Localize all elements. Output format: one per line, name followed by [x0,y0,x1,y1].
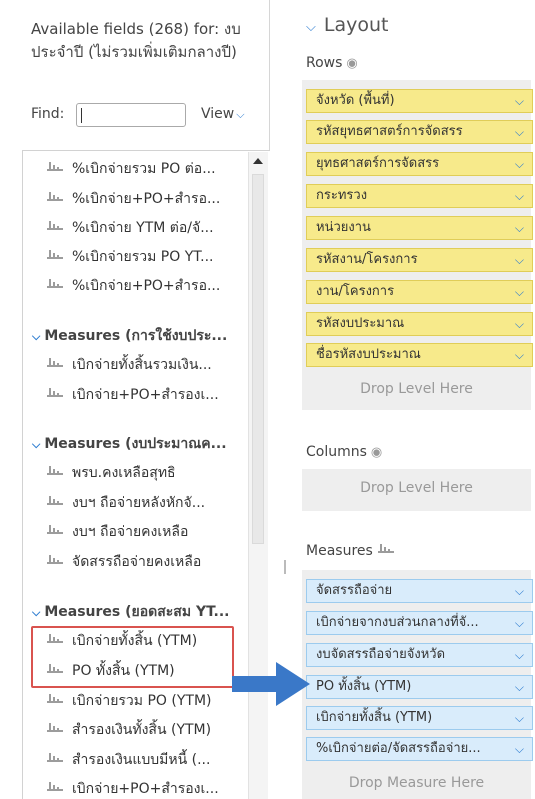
chevron-down-icon[interactable]: ⌵ [515,281,524,303]
measures-section-label: Measures [306,543,395,559]
find-row: Find: View ⌵ [31,103,261,127]
measure-field-icon [46,722,64,736]
row-level-pill[interactable]: งาน/โครงการ ⌵ [306,280,533,304]
chevron-down-icon[interactable]: ⌵ [515,344,524,366]
measure-field-icon [46,465,64,479]
layers-icon: ◉ [370,445,383,460]
measure-field-icon [46,278,64,292]
drag-arrow-icon [232,662,310,706]
chevron-down-icon[interactable]: ⌵ [515,676,524,698]
chevron-down-icon: ⌵ [32,330,41,343]
rows-drop-hint: Drop Level Here [360,381,473,397]
measure-field-icon [46,357,64,371]
row-level-pill[interactable]: รหัสยุทธศาสตร์การจัดสรร ⌵ [306,120,533,144]
row-level-pill[interactable]: หน่วยงาน ⌵ [306,216,533,240]
field-item[interactable]: เบิกจ่าย+PO+สำรองเ... [46,778,219,799]
layers-icon: ◉ [346,56,358,71]
field-item[interactable]: งบฯ ถือจ่ายคงเหลือ [46,521,188,543]
field-item[interactable]: %เบิกจ่าย+PO+สำรอ... [46,275,220,297]
row-level-pill[interactable]: รหัสงบประมาณ ⌵ [306,312,533,336]
group-header-budget[interactable]: ⌵ Measures (งบประมาณค... [32,433,227,455]
measures-icon [377,543,395,557]
measure-pill[interactable]: งบจัดสรรถือจ่ายจังหวัด ⌵ [306,643,533,667]
measure-field-icon [46,387,64,401]
measure-field-icon [46,781,64,795]
field-item[interactable]: สำรองเงินแบบมีหนี้ (... [46,749,210,771]
find-input[interactable] [76,103,186,127]
chevron-down-icon: ⌵ [306,20,316,35]
highlight-box [31,626,234,688]
available-fields-panel: Available fields (268) for: งบประจำปี (ไ… [0,0,270,799]
chevron-down-icon: ⌵ [32,606,41,619]
measure-pill[interactable]: เบิกจ่ายจากงบส่วนกลางที่จั... ⌵ [306,611,533,635]
columns-drop-hint: Drop Level Here [360,480,473,496]
scroll-up-arrow-icon[interactable] [253,158,263,164]
chevron-down-icon[interactable]: ⌵ [515,153,524,175]
measure-field-icon [46,220,64,234]
field-item[interactable]: สำรองเงินทั้งสิ้น (YTM) [46,719,211,741]
chevron-down-icon[interactable]: ⌵ [515,185,524,207]
available-fields-title: Available fields (268) for: งบประจำปี (ไ… [31,20,241,61]
view-button[interactable]: View ⌵ [201,106,245,122]
field-item[interactable]: เบิกจ่ายทั้งสิ้นรวมเงิน... [46,354,212,376]
measure-pill[interactable]: %เบิกจ่ายต่อ/จัดสรรถือจ่าย... ⌵ [306,737,533,761]
row-level-pill[interactable]: ชื่อรหัสงบประมาณ ⌵ [306,343,533,367]
rows-section-label: Rows ◉ [306,55,358,71]
group-header-ytm[interactable]: ⌵ Measures (ยอดสะสม YT... [32,601,229,623]
measure-field-icon [46,524,64,538]
row-level-pill[interactable]: ยุทธศาสตร์การจัดสรร ⌵ [306,152,533,176]
layout-panel: ⌵ Layout Rows ◉ จังหวัด (พื้นที่) ⌵ รหัสยุท… [296,0,535,799]
chevron-down-icon[interactable]: ⌵ [515,580,524,602]
chevron-down-icon[interactable]: ⌵ [515,313,524,335]
scroll-thumb[interactable] [252,174,264,544]
splitter-grip[interactable] [284,560,286,574]
measure-field-icon [46,693,64,707]
chevron-down-icon[interactable]: ⌵ [515,707,524,729]
measure-field-icon [46,495,64,509]
chevron-down-icon[interactable]: ⌵ [515,121,524,143]
measure-pill[interactable]: PO ทั้งสิ้น (YTM) ⌵ [306,675,533,699]
measure-field-icon [46,191,64,205]
view-label: View [201,106,235,122]
chevron-down-icon[interactable]: ⌵ [515,249,524,271]
measure-field-icon [46,161,64,175]
layout-header[interactable]: ⌵ Layout [306,14,388,36]
columns-section-label: Columns ◉ [306,444,383,460]
field-item[interactable]: %เบิกจ่าย+PO+สำรอ... [46,188,220,210]
chevron-down-icon: ⌵ [236,108,245,121]
field-item[interactable]: %เบิกจ่าย YTM ต่อ/จั... [46,217,214,239]
group-header-usage[interactable]: ⌵ Measures (การใช้งบประ... [32,325,227,347]
field-item[interactable]: %เบิกจ่ายรวม PO ต่อ... [46,158,216,180]
row-level-pill[interactable]: กระทรวง ⌵ [306,184,533,208]
find-label: Find: [31,106,65,122]
chevron-down-icon[interactable]: ⌵ [515,90,524,112]
chevron-down-icon[interactable]: ⌵ [515,612,524,634]
row-level-pill[interactable]: รหัสงาน/โครงการ ⌵ [306,248,533,272]
measure-pill[interactable]: เบิกจ่ายทั้งสิ้น (YTM) ⌵ [306,706,533,730]
measure-field-icon [46,554,64,568]
field-item[interactable]: %เบิกจ่ายรวม PO YT... [46,246,213,268]
field-item[interactable]: เบิกจ่ายรวม PO (YTM) [46,690,212,712]
measures-drop-hint: Drop Measure Here [348,775,485,791]
field-item[interactable]: เบิกจ่าย+PO+สำรองเ... [46,384,219,406]
chevron-down-icon: ⌵ [32,438,41,451]
field-item[interactable]: พรบ.คงเหลือสุทธิ [46,462,176,484]
chevron-down-icon[interactable]: ⌵ [515,738,524,760]
chevron-down-icon[interactable]: ⌵ [515,644,524,666]
measure-pill[interactable]: จัดสรรถือจ่าย ⌵ [306,579,533,603]
measure-field-icon [46,752,64,766]
chevron-down-icon[interactable]: ⌵ [515,217,524,239]
row-level-pill[interactable]: จังหวัด (พื้นที่) ⌵ [306,89,533,113]
measure-field-icon [46,249,64,263]
field-item[interactable]: จัดสรรถือจ่ายคงเหลือ [46,551,201,573]
text-caret [81,108,82,123]
field-item[interactable]: งบฯ ถือจ่ายหลังหักจั... [46,492,205,514]
